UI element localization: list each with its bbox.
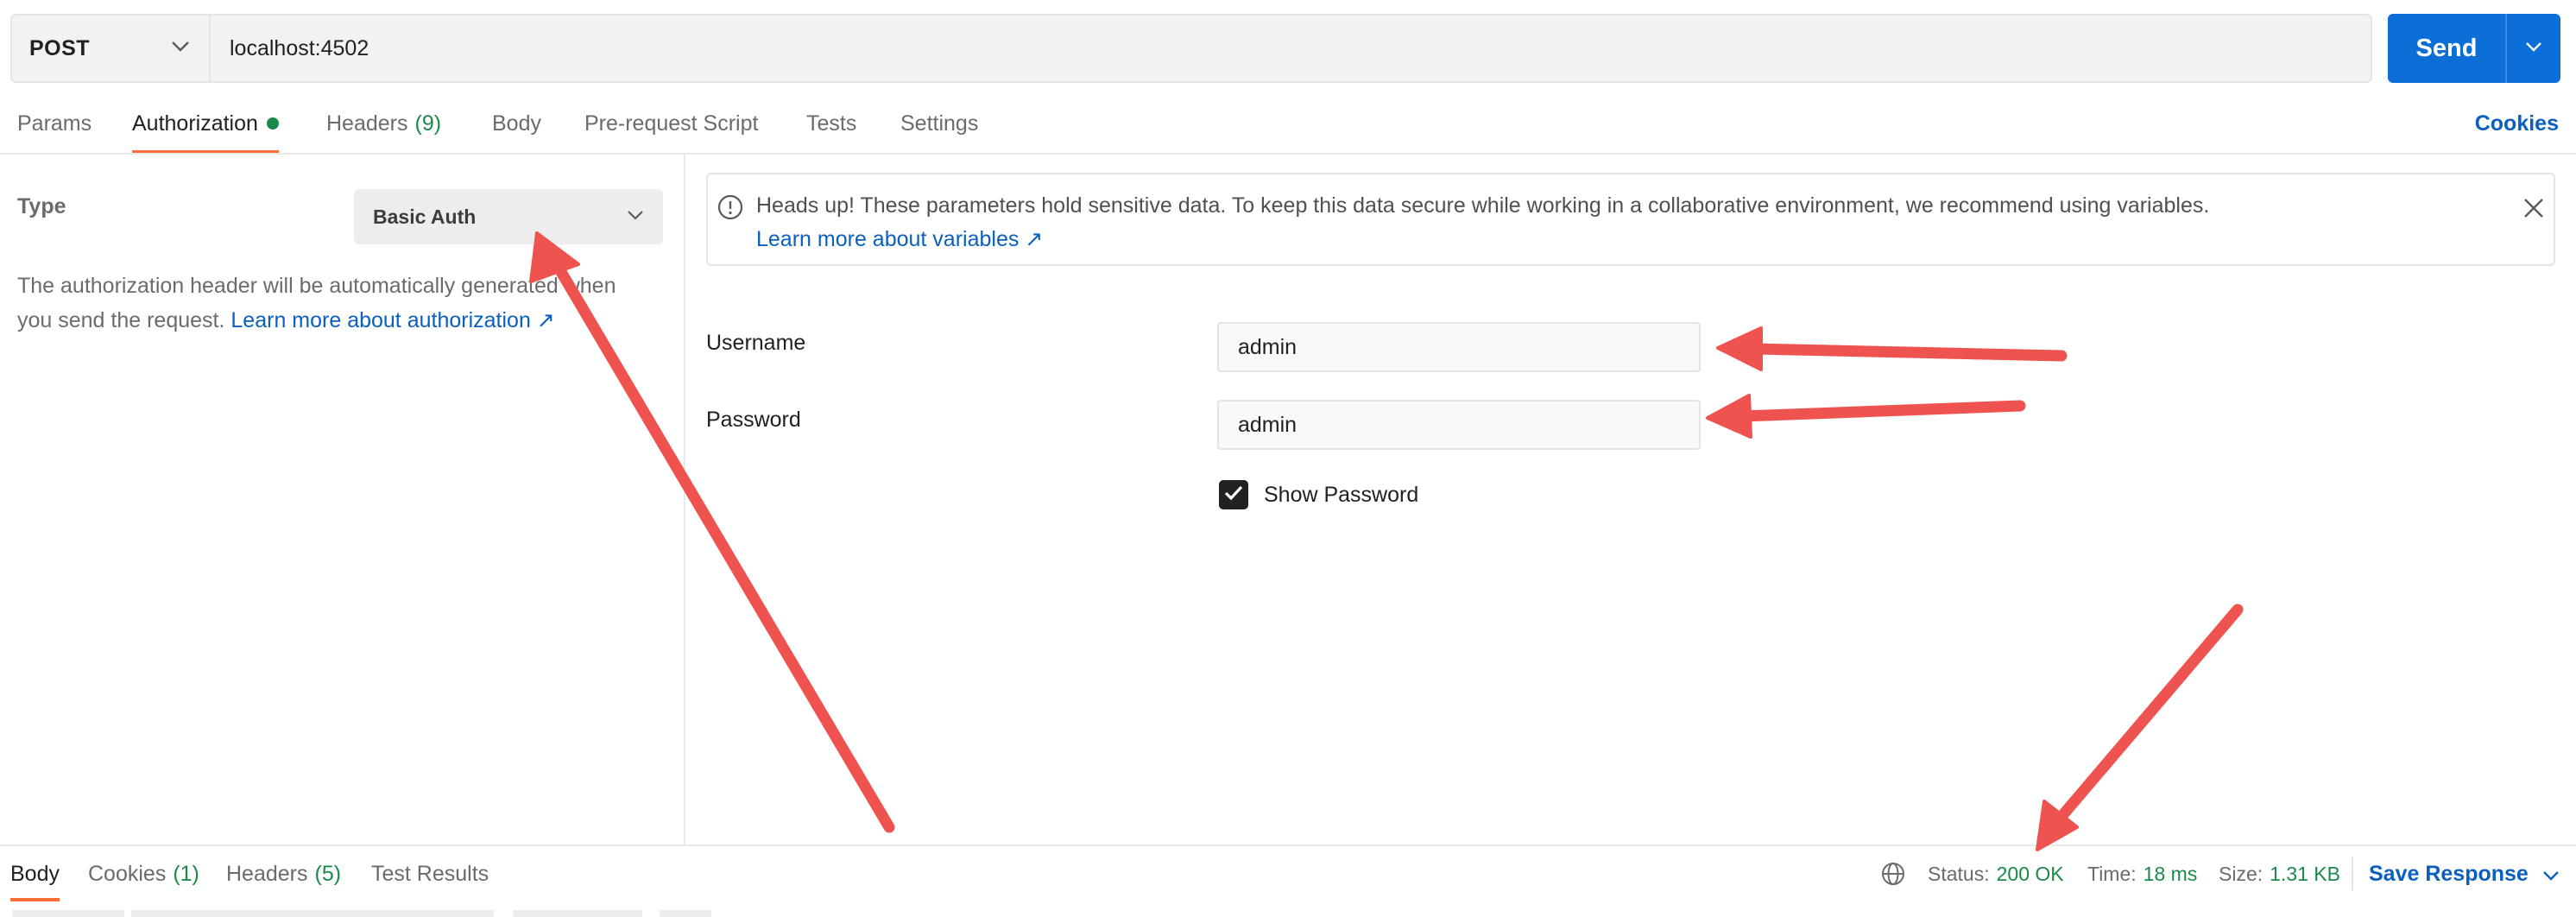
status-dot bbox=[266, 117, 279, 130]
tab-label: Test Results bbox=[371, 861, 489, 886]
arrow-to-password bbox=[1736, 400, 2026, 422]
tab-label: Pre-request Script bbox=[584, 111, 759, 136]
send-button-group: Send bbox=[2388, 14, 2560, 83]
type-label: Type bbox=[17, 194, 66, 218]
globe-icon[interactable] bbox=[1880, 846, 1906, 901]
arrow-head bbox=[1716, 326, 1763, 371]
alert-text: Heads up! These parameters hold sensitiv… bbox=[756, 193, 2210, 218]
request-tabs: Params Authorization Headers (9) Body Pr… bbox=[0, 93, 2576, 154]
info-icon bbox=[717, 193, 744, 225]
meta-separator bbox=[2352, 857, 2353, 891]
tab-params[interactable]: Params bbox=[17, 93, 92, 154]
show-password-label[interactable]: Show Password bbox=[1264, 483, 1418, 508]
response-toolbar-stub bbox=[131, 910, 494, 917]
arrow-to-username bbox=[1746, 343, 2068, 362]
tab-authorization[interactable]: Authorization bbox=[132, 93, 279, 154]
panel-divider bbox=[684, 155, 685, 845]
sensitive-data-alert: Heads up! These parameters hold sensitiv… bbox=[706, 173, 2555, 266]
tab-label: Params bbox=[17, 111, 92, 136]
headers-count: (9) bbox=[414, 111, 442, 136]
status-readout: Status: 200 OK bbox=[1928, 846, 2064, 901]
save-response-button[interactable]: Save Response bbox=[2369, 846, 2560, 901]
learn-more-variables-link[interactable]: Learn more about variables ↗ bbox=[756, 226, 1043, 252]
arrow-head bbox=[1706, 394, 1752, 439]
password-input[interactable] bbox=[1217, 400, 1701, 450]
arrow-to-status bbox=[2054, 604, 2244, 825]
status-label: Status: bbox=[1928, 862, 1990, 885]
learn-more-authorization-link[interactable]: Learn more about authorization ↗ bbox=[230, 308, 554, 332]
tab-pre-request-script[interactable]: Pre-request Script bbox=[584, 93, 758, 154]
tab-label: Headers bbox=[226, 861, 308, 886]
tab-label: Settings bbox=[900, 111, 979, 136]
response-tab-headers[interactable]: Headers (5) bbox=[226, 846, 341, 901]
save-response-label: Save Response bbox=[2369, 861, 2529, 886]
time-readout: Time: 18 ms bbox=[2087, 846, 2197, 901]
auth-description: The authorization header will be automat… bbox=[17, 269, 656, 338]
response-tab-test-results[interactable]: Test Results bbox=[371, 846, 489, 901]
show-password-checkbox[interactable] bbox=[1219, 480, 1248, 509]
response-toolbar-stub bbox=[513, 910, 642, 917]
tab-body[interactable]: Body bbox=[492, 93, 541, 154]
username-label: Username bbox=[706, 331, 806, 355]
response-toolbar-stub bbox=[660, 910, 711, 917]
send-options-button[interactable] bbox=[2507, 14, 2560, 83]
chevron-down-icon bbox=[627, 209, 644, 225]
tab-label: Tests bbox=[806, 111, 857, 136]
send-button[interactable]: Send bbox=[2388, 14, 2505, 83]
tab-settings[interactable]: Settings bbox=[900, 93, 978, 154]
close-icon[interactable] bbox=[2522, 197, 2545, 224]
active-tab-underline bbox=[10, 898, 60, 901]
response-tab-body[interactable]: Body bbox=[10, 846, 60, 901]
method-select[interactable]: POST bbox=[12, 16, 211, 81]
tab-label: Body bbox=[10, 861, 60, 886]
cookies-count: (1) bbox=[173, 861, 199, 886]
chevron-down-icon bbox=[171, 41, 190, 57]
chevron-down-icon bbox=[2542, 862, 2560, 887]
auth-type-value: Basic Auth bbox=[373, 205, 477, 228]
password-label: Password bbox=[706, 408, 801, 432]
request-bar: POST bbox=[10, 14, 2372, 83]
check-icon bbox=[1223, 484, 1244, 506]
tab-label: Cookies bbox=[88, 861, 167, 886]
response-headers-count: (5) bbox=[314, 861, 342, 886]
tab-tests[interactable]: Tests bbox=[806, 93, 856, 154]
username-input[interactable] bbox=[1217, 322, 1701, 372]
time-value: 18 ms bbox=[2143, 862, 2198, 885]
auth-type-select[interactable]: Basic Auth bbox=[354, 189, 663, 244]
chevron-down-icon bbox=[2525, 41, 2542, 56]
arrow-head bbox=[2036, 800, 2079, 851]
response-toolbar-stub bbox=[12, 910, 124, 917]
auth-type-panel: Type Basic Auth The authorization header… bbox=[0, 155, 684, 845]
tab-label: Body bbox=[492, 111, 541, 136]
url-input[interactable] bbox=[211, 16, 2371, 81]
cookies-link[interactable]: Cookies bbox=[2475, 93, 2559, 154]
size-readout: Size: 1.31 KB bbox=[2219, 846, 2340, 901]
tab-label: Authorization bbox=[132, 111, 258, 136]
response-tab-cookies[interactable]: Cookies (1) bbox=[88, 846, 199, 901]
method-label: POST bbox=[29, 35, 91, 60]
size-label: Size: bbox=[2219, 862, 2263, 885]
tab-label: Headers bbox=[326, 111, 408, 136]
status-value: 200 OK bbox=[1996, 862, 2064, 885]
size-value: 1.31 KB bbox=[2270, 862, 2340, 885]
tab-headers[interactable]: Headers (9) bbox=[326, 93, 441, 154]
time-label: Time: bbox=[2087, 862, 2137, 885]
